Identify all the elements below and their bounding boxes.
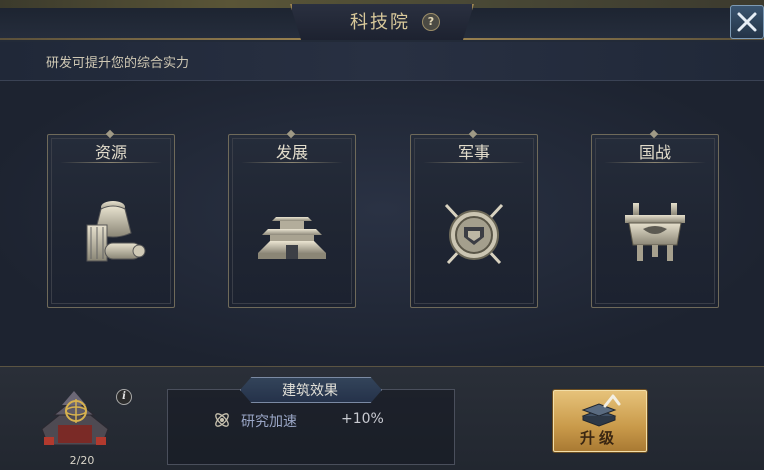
academy-window: 科技院 ? 研发可提升您的综合实力 资源 发展 军事 国战 i 2/20 建筑效… (0, 0, 764, 470)
category-card-nation-war[interactable]: 国战 (591, 129, 719, 308)
close-button[interactable] (730, 5, 764, 39)
effect-name: 研究加速 (241, 414, 297, 430)
atom-icon (215, 413, 229, 427)
category-label: 国战 (638, 143, 671, 162)
upgrade-books-arrow-icon (581, 394, 621, 427)
help-icon[interactable]: ? (422, 13, 440, 31)
window-title: 科技院 (350, 12, 410, 33)
category-label: 发展 (275, 143, 308, 162)
category-label: 资源 (94, 143, 127, 162)
subtitle: 研发可提升您的综合实力 (46, 56, 190, 71)
category-label: 军事 (457, 143, 490, 162)
card-divider (604, 162, 706, 163)
academy-building-icon[interactable] (36, 385, 114, 453)
card-divider (241, 162, 343, 163)
upgrade-label: 升级 (579, 429, 618, 447)
close-icon (737, 12, 757, 32)
resource-bag-icon (86, 201, 146, 262)
card-divider (60, 162, 162, 163)
building-effect-title: 建筑效果 (282, 383, 338, 399)
bronze-ding-icon (625, 203, 685, 261)
info-icon[interactable]: i (116, 389, 132, 405)
category-card-military[interactable]: 军事 (410, 129, 538, 308)
palace-icon (258, 217, 326, 259)
building-level: 2/20 (69, 454, 95, 467)
crossed-swords-shield-icon (444, 203, 504, 265)
category-card-development[interactable]: 发展 (228, 129, 356, 308)
category-card-resource[interactable]: 资源 (47, 129, 175, 308)
effect-value: +10% (341, 411, 384, 427)
card-divider (423, 162, 525, 163)
